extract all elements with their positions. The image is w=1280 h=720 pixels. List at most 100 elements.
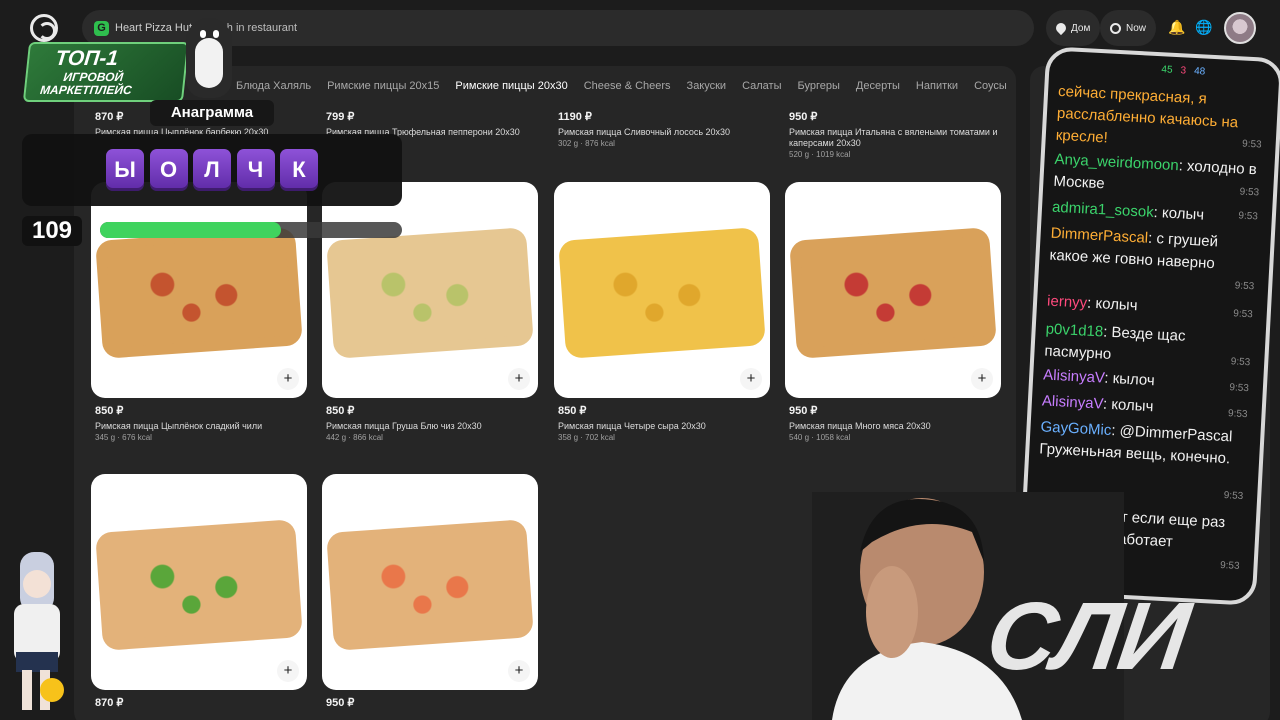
chat-username: DimmerPascal: [1050, 224, 1149, 247]
address-button[interactable]: Дом: [1046, 10, 1101, 46]
anagram-letter-tile: Ч: [236, 149, 275, 191]
product-card-top-3[interactable]: 950 ₽ Римская пицца Итальяна с вялеными т…: [785, 104, 1001, 159]
tab-7[interactable]: Десерты: [856, 80, 900, 98]
restaurant-badge-icon: G: [94, 20, 109, 36]
product-card[interactable]: +870 ₽: [91, 474, 307, 713]
add-to-cart-button[interactable]: +: [740, 368, 762, 390]
pizza-topping: [568, 235, 756, 349]
anagram-score: 109: [22, 216, 82, 246]
tab-6[interactable]: Бургеры: [798, 80, 840, 98]
add-to-cart-button[interactable]: +: [277, 660, 299, 682]
notifications-bell-icon[interactable]: 🔔: [1168, 19, 1185, 35]
chat-timestamp: 9:53: [1227, 408, 1248, 421]
avatar[interactable]: [1224, 12, 1256, 44]
chat-username: Anya_weirdomoon: [1054, 150, 1180, 175]
chat-timestamp: 9:53: [1239, 186, 1260, 199]
product-name: Римская пицца Груша Блю чиз 20x30: [326, 421, 482, 431]
chat-text: сейчас прекрасная, я расслабленно качаюс…: [1055, 82, 1239, 147]
chat-message: DimmerPascal: с грушей какое же говно на…: [1049, 224, 1219, 273]
add-to-cart-button[interactable]: +: [971, 368, 993, 390]
product-card[interactable]: +850 ₽ Римская пицца Цыплёнок сладкий чил…: [91, 182, 307, 442]
language-globe-icon[interactable]: 🌐: [1195, 19, 1212, 35]
chat-username: admira1_sosok: [1051, 198, 1155, 221]
chat-message: GayGoMic: @DimmerPascal Груженьная вещь,…: [1038, 418, 1233, 468]
pizza-topping: [336, 527, 524, 641]
product-card[interactable]: +850 ₽ Римская пицца Груша Блю чиз 20x30 4…: [322, 182, 538, 442]
product-card[interactable]: +950 ₽ Римская пицца Много мяса 20x30 540 …: [785, 182, 1001, 442]
category-tabs: Блюда Халяль Римские пиццы 20x15 Римские п…: [236, 80, 1007, 98]
screen: G Heart Pizza Hut Search in restaurant Д…: [0, 0, 1280, 720]
product-price: 950 ₽: [789, 405, 818, 417]
product-image[interactable]: +: [91, 182, 307, 398]
location-pin-icon: [1053, 20, 1069, 36]
add-to-cart-button[interactable]: +: [508, 660, 530, 682]
anagram-letter-tile: Л: [193, 149, 231, 191]
product-price: 870 ₽: [95, 697, 124, 709]
chat-message: iernyy: колыч: [1046, 292, 1138, 315]
product-meta: 302 g · 876 kcal: [558, 139, 615, 148]
anagram-letter-tile: О: [149, 149, 188, 191]
product-meta: 520 g · 1019 kcal: [789, 150, 851, 159]
chat-username: iernyy: [1046, 292, 1088, 312]
tab-8[interactable]: Напитки: [916, 80, 958, 98]
product-name: Римская пицца Итальяна с вялеными томата…: [789, 127, 998, 148]
chat-timestamp: 9:53: [1241, 138, 1262, 151]
anagram-letter-tile: Ы: [106, 149, 144, 191]
chat-text: колыч: [1161, 204, 1205, 224]
pizza-topping: [336, 235, 524, 349]
tab-4[interactable]: Закуски: [687, 80, 727, 98]
viewer-count-blue: 48: [1193, 65, 1206, 78]
chat-timestamp: 9:53: [1229, 382, 1250, 395]
chat-text: колыч: [1095, 295, 1138, 315]
product-price: 850 ₽: [95, 405, 124, 417]
add-to-cart-button[interactable]: +: [508, 368, 530, 390]
tab-9[interactable]: Соусы: [974, 80, 1007, 98]
tab-0[interactable]: Блюда Халяль: [236, 80, 311, 98]
brand-line1: ТОП-1: [54, 47, 120, 70]
product-card[interactable]: +950 ₽: [322, 474, 538, 713]
chat-username: GayGoMic: [1040, 418, 1112, 440]
product-price: 1190 ₽: [558, 111, 592, 123]
chat-message: сейчас прекрасная, я расслабленно качаюс…: [1055, 81, 1268, 158]
chat-timestamp: 9:53: [1238, 210, 1259, 223]
product-image[interactable]: +: [322, 474, 538, 690]
cam-overlay-text: СЛИ: [980, 583, 1194, 690]
app-logo-icon[interactable]: [30, 14, 58, 42]
tab-2[interactable]: Римские пиццы 20x30: [455, 80, 567, 98]
product-name: Римская пицца Цыплёнок сладкий чили: [95, 421, 263, 431]
product-image[interactable]: +: [785, 182, 1001, 398]
product-meta: 442 g · 866 kcal: [326, 433, 383, 442]
chat-username: p0v1d18: [1045, 320, 1104, 341]
chat-timestamp: 9:53: [1230, 356, 1251, 369]
product-image[interactable]: +: [554, 182, 770, 398]
product-price: 950 ₽: [789, 111, 818, 123]
product-name: Римская пицца Сливочный лосось 20x30: [558, 127, 731, 137]
add-to-cart-button[interactable]: +: [277, 368, 299, 390]
chat-timestamp: 9:53: [1219, 559, 1240, 572]
delivery-time-button[interactable]: Now: [1100, 10, 1157, 46]
product-card-top-2[interactable]: 1190 ₽ Римская пицца Сливочный лосось 20x…: [554, 104, 770, 148]
chat-username: AlisinyaV: [1042, 366, 1105, 387]
product-meta: 540 g · 1058 kcal: [789, 433, 851, 442]
chat-message: Anya_weirdomoon: холодно в Москве: [1052, 150, 1258, 193]
timer-bar-fill: [100, 222, 282, 238]
product-price: 950 ₽: [326, 697, 355, 709]
brand-line3: МАРКЕТПЛЕЙС: [39, 83, 133, 97]
penguin-mascot-icon: [180, 14, 238, 100]
product-card[interactable]: +850 ₽ Римская пицца Четыре сыра 20x30 358…: [554, 182, 770, 442]
product-image[interactable]: +: [91, 474, 307, 690]
product-price: 799 ₽: [326, 111, 355, 123]
product-image[interactable]: +: [322, 182, 538, 398]
chat-timestamp: 9:53: [1232, 308, 1254, 321]
product-meta: 358 g · 702 kcal: [558, 433, 615, 442]
chat-timestamp: 9:53: [1234, 280, 1255, 293]
anagram-title: Анаграмма: [150, 100, 274, 126]
vtuber-avatar: [14, 552, 64, 710]
tab-3[interactable]: Cheese & Cheers: [584, 80, 671, 98]
product-price: 850 ₽: [326, 405, 355, 417]
pizza-topping: [799, 235, 987, 349]
pizza-topping: [105, 235, 293, 349]
tab-1[interactable]: Римские пиццы 20x15: [327, 80, 439, 98]
tab-5[interactable]: Салаты: [742, 80, 781, 98]
brand-line2: ИГРОВОЙ: [62, 70, 124, 84]
